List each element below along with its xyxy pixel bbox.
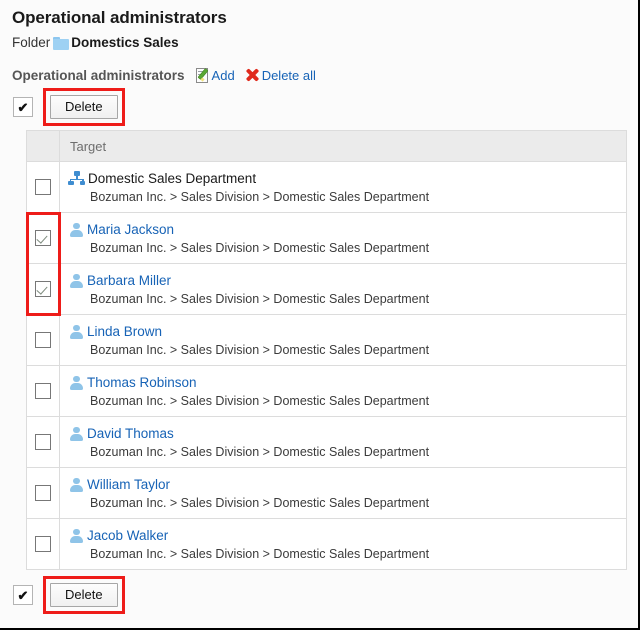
table-row: Jacob Walker Bozuman Inc. > Sales Divisio… xyxy=(26,518,627,570)
table-header-row: Target xyxy=(26,130,627,162)
row-target-cell: Domestic Sales Department Bozuman Inc. > … xyxy=(59,161,627,213)
row-path-text: Bozuman Inc. > Sales Division > Domestic… xyxy=(90,547,430,561)
table-body: Domestic Sales Department Bozuman Inc. > … xyxy=(26,161,627,570)
folder-icon xyxy=(53,36,70,50)
row-path-text: Bozuman Inc. > Sales Division > Domestic… xyxy=(90,445,430,459)
row-checkbox-cell xyxy=(26,416,60,468)
delete-all-link[interactable]: Delete all xyxy=(245,68,316,83)
row-checkbox[interactable] xyxy=(35,179,51,196)
page-root: Operational administrators Folder Domest… xyxy=(0,0,638,614)
row-name-link[interactable]: Barbara Miller xyxy=(87,272,171,289)
row-name-link[interactable]: Jacob Walker xyxy=(87,527,168,544)
row-checkbox[interactable] xyxy=(35,536,51,553)
row-target-cell: Thomas Robinson Bozuman Inc. > Sales Divi… xyxy=(59,365,627,417)
row-path-text: Bozuman Inc. > Sales Division > Domestic… xyxy=(90,241,430,255)
row-name-link[interactable]: Maria Jackson xyxy=(87,221,174,238)
row-main-line: Jacob Walker xyxy=(68,526,626,544)
administrators-table: Target Domestic Sales Department Bozuman … xyxy=(26,130,627,570)
row-path-text: Bozuman Inc. > Sales Division > Domestic… xyxy=(90,394,430,408)
header-target-col: Target xyxy=(59,130,627,162)
row-target-cell: Jacob Walker Bozuman Inc. > Sales Divisio… xyxy=(59,518,627,570)
row-target-cell: William Taylor Bozuman Inc. > Sales Divis… xyxy=(59,467,627,519)
row-main-line: Maria Jackson xyxy=(68,220,626,238)
delete-button-bottom[interactable]: Delete xyxy=(50,583,118,607)
top-action-row: ✔ Delete xyxy=(13,88,638,126)
row-name-link[interactable]: Linda Brown xyxy=(87,323,162,340)
folder-name: Domestics Sales xyxy=(71,35,179,50)
person-icon xyxy=(68,527,84,543)
header-checkbox-col xyxy=(26,130,60,162)
breadcrumb: Folder Domestics Sales xyxy=(12,34,638,52)
red-x-icon xyxy=(245,68,260,83)
section-toolbar: Operational administrators Add Delete al… xyxy=(12,66,638,84)
page-title: Operational administrators xyxy=(12,8,227,27)
row-checkbox-cell xyxy=(26,518,60,570)
row-target-cell: David Thomas Bozuman Inc. > Sales Divisio… xyxy=(59,416,627,468)
row-main-line: Domestic Sales Department xyxy=(68,169,626,187)
select-all-checkbox-top[interactable]: ✔ xyxy=(13,97,33,117)
row-path-text: Bozuman Inc. > Sales Division > Domestic… xyxy=(90,190,430,204)
delete-all-link-label: Delete all xyxy=(261,67,316,83)
row-checkbox-cell xyxy=(26,263,60,315)
row-checkbox-cell xyxy=(26,467,60,519)
row-target-cell: Linda Brown Bozuman Inc. > Sales Division… xyxy=(59,314,627,366)
row-checkbox[interactable] xyxy=(35,281,51,298)
table-row: Maria Jackson Bozuman Inc. > Sales Divisi… xyxy=(26,212,627,264)
row-path-text: Bozuman Inc. > Sales Division > Domestic… xyxy=(90,292,430,306)
row-name-link[interactable]: Thomas Robinson xyxy=(87,374,197,391)
person-icon xyxy=(68,374,84,390)
row-name-text: Domestic Sales Department xyxy=(88,170,257,186)
delete-button-highlight-top: Delete xyxy=(43,88,125,126)
add-link-label: Add xyxy=(211,67,235,83)
add-document-pencil-icon xyxy=(195,67,211,83)
row-checkbox-cell xyxy=(26,161,60,213)
row-main-line: William Taylor xyxy=(68,475,626,493)
row-main-line: Barbara Miller xyxy=(68,271,626,289)
department-org-chart-icon xyxy=(68,170,85,186)
row-checkbox[interactable] xyxy=(35,383,51,400)
person-icon xyxy=(68,323,84,339)
table-row: Linda Brown Bozuman Inc. > Sales Division… xyxy=(26,314,627,366)
row-checkbox[interactable] xyxy=(35,230,51,247)
person-icon xyxy=(68,476,84,492)
person-icon xyxy=(68,221,84,237)
row-main-line: Thomas Robinson xyxy=(68,373,626,391)
add-link[interactable]: Add xyxy=(195,67,235,83)
row-name-link[interactable]: William Taylor xyxy=(87,476,170,493)
row-checkbox-cell xyxy=(26,365,60,417)
row-name-link[interactable]: David Thomas xyxy=(87,425,174,442)
row-path-text: Bozuman Inc. > Sales Division > Domestic… xyxy=(90,496,430,510)
select-all-checkbox-bottom[interactable]: ✔ xyxy=(13,585,33,605)
table-row: David Thomas Bozuman Inc. > Sales Divisio… xyxy=(26,416,627,468)
table-row: William Taylor Bozuman Inc. > Sales Divis… xyxy=(26,467,627,519)
delete-button-top[interactable]: Delete xyxy=(50,95,118,119)
section-title: Operational administrators xyxy=(12,67,185,83)
row-checkbox[interactable] xyxy=(35,485,51,502)
table-row: Domestic Sales Department Bozuman Inc. > … xyxy=(26,161,627,213)
row-main-line: Linda Brown xyxy=(68,322,626,340)
bottom-action-row: ✔ Delete xyxy=(13,576,638,614)
person-icon xyxy=(68,272,84,288)
row-checkbox[interactable] xyxy=(35,332,51,349)
row-checkbox-cell xyxy=(26,314,60,366)
row-path-text: Bozuman Inc. > Sales Division > Domestic… xyxy=(90,343,430,357)
table-row: Thomas Robinson Bozuman Inc. > Sales Divi… xyxy=(26,365,627,417)
row-checkbox-cell xyxy=(26,212,60,264)
row-main-line: David Thomas xyxy=(68,424,626,442)
row-target-cell: Maria Jackson Bozuman Inc. > Sales Divisi… xyxy=(59,212,627,264)
person-icon xyxy=(68,425,84,441)
folder-label: Folder xyxy=(12,35,51,50)
row-checkbox[interactable] xyxy=(35,434,51,451)
delete-button-highlight-bottom: Delete xyxy=(43,576,125,614)
row-target-cell: Barbara Miller Bozuman Inc. > Sales Divis… xyxy=(59,263,627,315)
table-row: Barbara Miller Bozuman Inc. > Sales Divis… xyxy=(26,263,627,315)
